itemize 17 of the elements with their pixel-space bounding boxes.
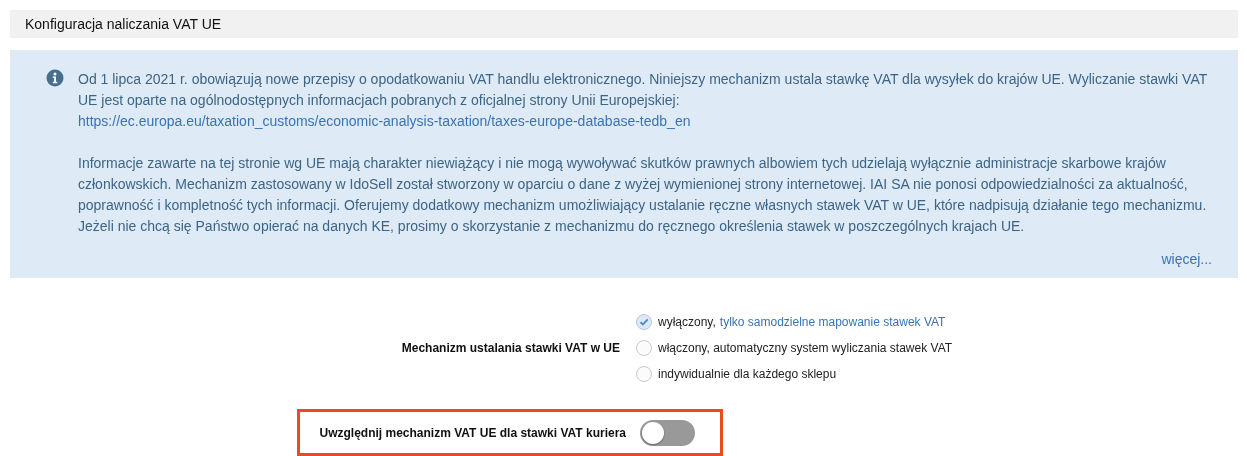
option-label: indywidualnie dla każdego sklepu xyxy=(658,366,837,381)
option-label: włączony, automatyczny system wyliczania stawek VAT xyxy=(658,340,953,355)
info-icon xyxy=(46,69,64,87)
notice-paragraph: Informacje zawarte na tej stronie wg UE mają charakter niewiążący i nie mogą wywoływać skutków prawnych albowiem tych udzielają wyłącznie administracje skarbowe krajów członkowskich. Mechanizm zastosowany w IdoSell został stworzony w oparciu o dane z wyżej wymienionej strony internetowej. IAI SA nie ponosi odpowiedzialności za aktualność, poprawność i kompletność tych informacji. Oferujemy dodatkowy mechanizm umożliwiający ustalanie ręczne własnych stawek VAT w UE, które nadpisują działanie tego mechanizmu. Jeżeli nie chcą się Państwo opierać na danych KE, prosimy o skorzystanie z mechanizmu do ręcznego określenia stawek w poszczególnych krajach UE. xyxy=(78,154,1208,236)
option-hint: tylko samodzielne mapowanie stawek VAT xyxy=(719,314,946,329)
section-header: Konfiguracja naliczania VAT UE xyxy=(24,15,223,34)
field-label: Mechanizm ustalania stawki VAT w UE xyxy=(400,340,620,355)
radio-button[interactable] xyxy=(636,313,652,330)
more-link[interactable]: więcej... xyxy=(1161,251,1212,267)
toggle-switch[interactable] xyxy=(640,419,695,446)
radio-button[interactable] xyxy=(636,339,652,356)
toggle-label: Uwzględnij mechanizm VAT UE dla stawki VAT kuriera xyxy=(318,425,626,440)
radio-button[interactable] xyxy=(636,365,652,382)
notice-paragraph: Od 1 lipca 2021 r. obowiązują nowe przepisy o opodatkowaniu VAT handlu elektronicznego. Niniejszy mechanizm ustala stawkę VAT dla wysyłek do krajów UE. Wyliczanie stawki VAT UE jest oparte na ogólnodostępnych informacjach pobranych z oficjalnej strony Unii Europejskiej: xyxy=(78,70,1208,110)
database-link[interactable]: https://ec.europa.eu/taxation_customs/economic-analysis-taxation/taxes-europe-database-tedb_en xyxy=(78,111,691,132)
option-label: wyłączony, xyxy=(658,314,716,329)
check-icon xyxy=(639,316,649,327)
